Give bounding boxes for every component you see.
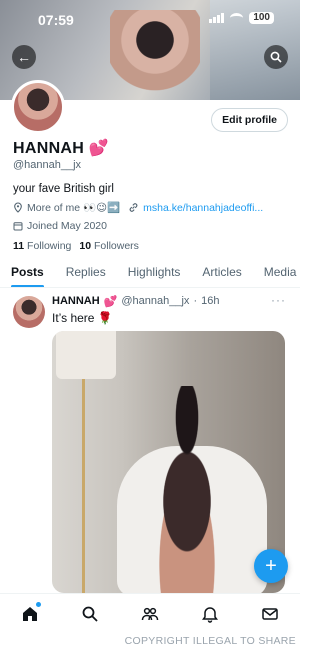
back-button[interactable]: ← bbox=[12, 45, 36, 69]
nav-home-dot bbox=[36, 602, 41, 607]
nav-communities[interactable] bbox=[138, 602, 162, 626]
notifications-icon bbox=[202, 607, 218, 623]
back-arrow-icon: ← bbox=[17, 49, 31, 65]
profile-avatar[interactable] bbox=[11, 80, 65, 134]
followers-link[interactable]: 10 Followers bbox=[79, 240, 139, 252]
image-person bbox=[132, 386, 242, 593]
profile-joined: Joined May 2020 bbox=[27, 220, 107, 232]
profile-joined-row: Joined May 2020 bbox=[13, 220, 107, 232]
profile-bio: your fave British girl bbox=[13, 183, 114, 195]
home-icon bbox=[23, 607, 37, 621]
nav-home[interactable] bbox=[18, 602, 42, 626]
post-more-button[interactable]: ··· bbox=[271, 293, 286, 307]
profile-tabs: Posts Replies Highlights Articles Media … bbox=[0, 256, 300, 288]
search-button[interactable] bbox=[264, 45, 288, 69]
followers-label: Followers bbox=[94, 240, 139, 252]
post-header: HANNAH 💕 @hannah__jx · 16h bbox=[52, 295, 219, 308]
following-label: Following bbox=[27, 240, 72, 252]
cellular-signal-icon bbox=[209, 13, 225, 23]
nav-messages[interactable] bbox=[258, 602, 282, 626]
location-icon bbox=[14, 202, 22, 213]
tab-highlights[interactable]: Highlights bbox=[117, 256, 192, 287]
watermark: COPYRIGHT ILLEGAL TO SHARE bbox=[124, 635, 296, 647]
nav-notifications[interactable] bbox=[198, 602, 222, 626]
post-avatar[interactable] bbox=[13, 296, 45, 328]
explore-icon bbox=[82, 606, 98, 622]
tab-replies[interactable]: Replies bbox=[55, 256, 117, 287]
tab-posts[interactable]: Posts bbox=[0, 256, 55, 287]
status-icons: 100 bbox=[209, 12, 274, 24]
battery-indicator: 100 bbox=[249, 12, 274, 24]
profile-name-emoji: 💕 bbox=[88, 140, 110, 157]
profile-name-text: HANNAH bbox=[13, 140, 85, 157]
compose-button[interactable]: + bbox=[254, 549, 288, 583]
link-icon bbox=[129, 203, 138, 212]
tab-media[interactable]: Media bbox=[253, 256, 300, 287]
status-bar: 07:59 100 bbox=[0, 0, 300, 40]
post-text: It’s here 🌹 bbox=[52, 311, 113, 325]
image-lamp-pole bbox=[82, 379, 85, 593]
follow-counts: 11 Following 10 Followers bbox=[13, 240, 139, 252]
status-time: 07:59 bbox=[38, 12, 74, 28]
image-lamp bbox=[56, 331, 116, 379]
post-separator: · bbox=[193, 295, 198, 307]
messages-icon bbox=[262, 608, 278, 620]
post-author-name[interactable]: HANNAH bbox=[52, 295, 100, 308]
profile-location: More of me 👀😉➡️ bbox=[27, 202, 121, 214]
calendar-icon bbox=[13, 222, 23, 231]
following-link[interactable]: 11 Following bbox=[13, 240, 71, 252]
profile-name: HANNAH 💕 bbox=[13, 138, 109, 158]
profile-link[interactable]: msha.ke/hannahjadeoffi... bbox=[143, 202, 263, 214]
profile-meta-row: More of me 👀😉➡️ msha.ke/hannahjadeoffi..… bbox=[13, 201, 263, 214]
post-age: 16h bbox=[201, 295, 220, 307]
tab-articles[interactable]: Articles bbox=[191, 256, 252, 287]
nav-explore[interactable] bbox=[78, 602, 102, 626]
edit-profile-button[interactable]: Edit profile bbox=[211, 108, 288, 132]
search-icon bbox=[270, 51, 282, 63]
post-author-handle: @hannah__jx bbox=[121, 295, 190, 307]
wifi-icon bbox=[230, 13, 244, 23]
post-author-emoji: 💕 bbox=[103, 296, 118, 308]
profile-handle: @hannah__jx bbox=[13, 159, 82, 171]
communities-icon bbox=[141, 607, 159, 621]
followers-count: 10 bbox=[79, 240, 92, 252]
post-media-image[interactable] bbox=[52, 331, 285, 593]
following-count: 11 bbox=[13, 240, 25, 252]
